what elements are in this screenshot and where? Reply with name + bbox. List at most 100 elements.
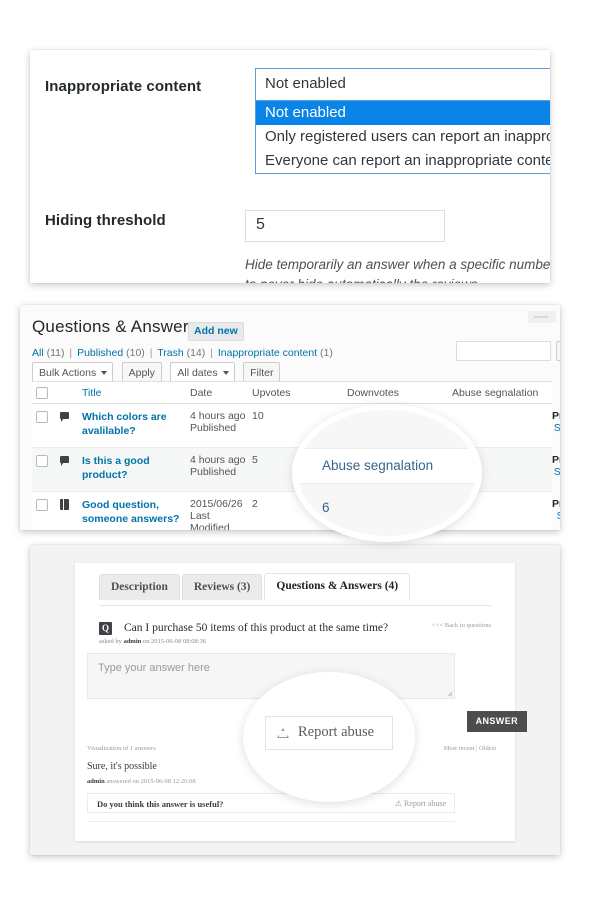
select-option-not-enabled[interactable]: Not enabled <box>256 101 550 125</box>
row-title-line1: Is this a good <box>82 455 150 467</box>
row-date: 4 hours ago Published <box>190 410 252 434</box>
magnifier-report-abuse: Report abuse <box>243 672 415 802</box>
answers-sort-links[interactable]: Most recent | Oldest <box>444 745 496 752</box>
answer-meta: admin answered on 2015-06-08 12:26:08 <box>87 778 196 785</box>
row-checkbox[interactable] <box>32 410 60 423</box>
row-title[interactable]: Which colors are avalilable? <box>82 410 190 438</box>
question-meta: asked by admin on 2015-06-08 08:08:36 <box>99 638 206 645</box>
row-date: 2015/06/26 Last Modified <box>190 498 252 530</box>
row-checkbox[interactable] <box>32 498 60 511</box>
row-checkbox[interactable] <box>32 454 60 467</box>
search-button[interactable]: S <box>556 341 560 361</box>
question-row: Q Can I purchase 50 items of this produc… <box>99 619 491 637</box>
row-title-line1: Good question, <box>82 499 159 511</box>
checkbox-icon <box>36 387 48 399</box>
row-product: Product Silhoue <box>552 498 560 522</box>
page-title: Questions & Answers <box>32 317 198 336</box>
checkbox-icon <box>36 411 48 423</box>
tab-description[interactable]: Description <box>99 574 180 600</box>
tab-questions-answers[interactable]: Questions & Answers (4) <box>264 573 411 600</box>
view-count-inappropriate: (1) <box>320 347 333 359</box>
hiding-threshold-value: 5 <box>256 216 265 233</box>
comment-bubble-icon <box>60 410 82 422</box>
product-tab-list: Description Reviews (3) Questions & Answ… <box>99 573 412 600</box>
useful-question-text: Do you think this answer is useful? <box>97 799 224 809</box>
warning-triangle-icon <box>277 728 289 738</box>
views-separator: | <box>210 347 213 359</box>
views-separator: | <box>149 347 153 359</box>
view-link-trash[interactable]: Trash <box>157 347 183 359</box>
select-option-registered-users[interactable]: Only registered users can report an inap… <box>256 125 550 149</box>
inappropriate-content-setting: Inappropriate content <box>45 78 201 95</box>
question-badge-icon: Q <box>99 621 112 635</box>
row-product-link[interactable]: Silhouet <box>552 466 560 478</box>
row-title[interactable]: Is this a good product? <box>82 454 190 482</box>
row-title[interactable]: Good question, someone answers? <box>82 498 190 526</box>
table-header-row: Title Date Upvotes Downvotes Abuse segna… <box>32 381 552 404</box>
checkbox-icon <box>36 499 48 511</box>
answer-body: Sure, it's possible <box>87 761 157 772</box>
select-all-checkbox[interactable] <box>32 386 60 399</box>
column-header-abuse-segnalation[interactable]: Abuse segnalation <box>452 387 552 399</box>
row-product-link[interactable]: Silhoue <box>552 510 560 522</box>
inappropriate-content-select[interactable]: Not enabled <box>255 68 550 101</box>
report-abuse-link[interactable]: ⚠ Report abuse <box>395 799 446 808</box>
row-date-value: 4 hours ago <box>190 410 246 422</box>
column-header-downvotes[interactable]: Downvotes <box>347 387 452 399</box>
report-abuse-label: Report abuse <box>404 799 446 808</box>
tab-underline <box>99 605 491 606</box>
asked-suffix: on 2015-06-08 08:08:36 <box>141 638 207 645</box>
answer-author[interactable]: admin <box>87 778 105 785</box>
magnified-abuse-value: 6 <box>322 500 330 515</box>
warning-triangle-icon: ⚠ <box>394 799 402 808</box>
views-separator: | <box>69 347 73 359</box>
column-header-title[interactable]: Title <box>82 387 190 399</box>
inappropriate-content-options-list[interactable]: Not enabled Only registered users can re… <box>255 101 550 174</box>
view-link-all[interactable]: All <box>32 347 44 359</box>
help-line-2: to never hide automatically the reviews. <box>245 275 550 283</box>
column-header-upvotes[interactable]: Upvotes <box>252 387 347 399</box>
asked-author[interactable]: admin <box>124 638 142 645</box>
row-product-label: Product <box>552 498 560 510</box>
view-link-inappropriate[interactable]: Inappropriate content <box>218 347 317 359</box>
row-title-line1: Which colors are <box>82 411 167 423</box>
book-icon <box>60 498 82 513</box>
comment-bubble-icon <box>60 454 82 466</box>
row-status: Published <box>190 422 237 434</box>
back-to-questions-link[interactable]: <<< Back to questions <box>432 622 491 629</box>
answer-submit-button[interactable]: ANSWER <box>466 711 527 732</box>
magnified-abuse-header-text: Abuse segnalation <box>322 458 434 473</box>
row-title-line2: someone answers? <box>82 513 180 526</box>
admin-list-table-panel: Questions & Answers Add new All (11) | P… <box>20 305 560 530</box>
row-date: 4 hours ago Published <box>190 454 252 478</box>
checkbox-icon <box>36 455 48 467</box>
row-product: Product Silhouet <box>552 454 560 478</box>
asked-prefix: asked by <box>99 638 124 645</box>
row-date-value: 4 hours ago <box>190 454 246 466</box>
select-option-everyone[interactable]: Everyone can report an inappropriate con… <box>256 149 550 173</box>
search-input[interactable] <box>456 341 551 361</box>
row-title-line2: avalilable? <box>82 425 136 438</box>
tab-reviews[interactable]: Reviews (3) <box>181 574 263 600</box>
row-product-label: Product <box>552 410 560 422</box>
hiding-threshold-input[interactable]: 5 <box>245 210 445 242</box>
column-header-date[interactable]: Date <box>190 387 252 399</box>
screen-options-tab[interactable] <box>528 311 556 323</box>
row-product-link[interactable]: Silhouet <box>552 422 560 434</box>
answer-textarea-placeholder: Type your answer here <box>98 662 210 674</box>
row-title-line2: product? <box>82 469 128 482</box>
add-new-button[interactable]: Add new <box>188 322 244 341</box>
magnified-report-abuse-button[interactable]: Report abuse <box>265 716 393 750</box>
answers-count-text: Visualization of 1 answers <box>87 745 156 752</box>
answer-meta-suffix: answered on 2015-06-08 12:26:08 <box>104 778 196 785</box>
hiding-threshold-help: Hide temporarily an answer when a specif… <box>245 255 550 283</box>
row-product-label: Product <box>552 454 560 466</box>
row-status: Last Modified <box>190 510 230 530</box>
view-link-published[interactable]: Published <box>77 347 123 359</box>
magnified-report-abuse-label: Report abuse <box>298 724 375 740</box>
inappropriate-content-selected-value: Not enabled <box>265 75 346 92</box>
answer-divider <box>87 821 455 822</box>
magnified-column-header: Abuse segnalation <box>298 448 476 484</box>
question-text: Can I purchase 50 items of this product … <box>124 622 389 635</box>
view-count-all: (11) <box>46 347 65 359</box>
